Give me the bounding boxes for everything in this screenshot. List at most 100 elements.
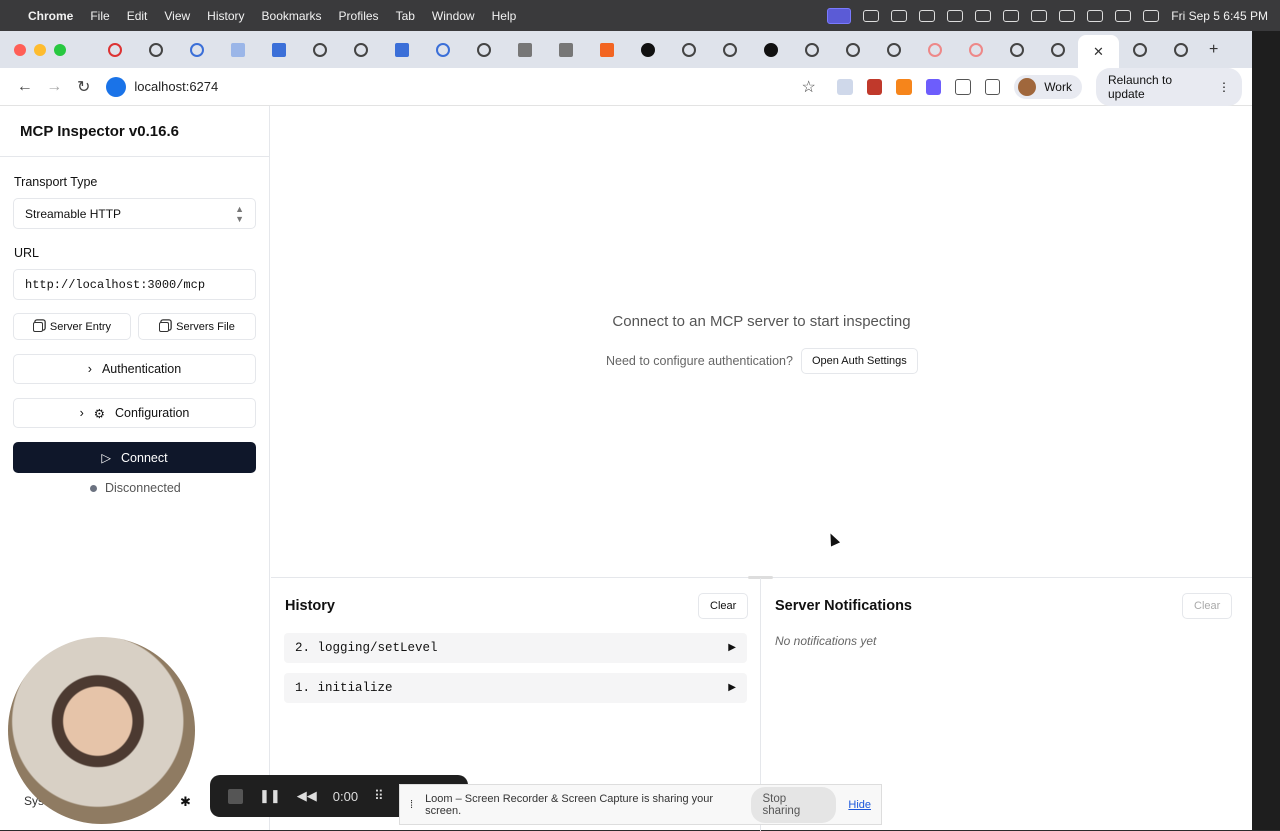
hide-link[interactable]: Hide [848,799,871,811]
menu-profiles[interactable]: Profiles [339,9,379,23]
history-clear-button[interactable]: Clear [698,593,749,619]
control-center-icon[interactable] [1143,9,1160,22]
history-item[interactable]: 1. initialize ▶ [284,673,747,703]
browser-tab[interactable] [832,36,873,64]
menubar-clock[interactable]: Fri Sep 5 6:45 PM [1171,9,1268,23]
connect-button[interactable]: ▷ Connect [13,442,256,473]
drag-handle-icon[interactable]: ⁞ [410,799,413,811]
status-icon[interactable] [891,9,908,22]
browser-tab[interactable] [1160,36,1201,64]
status-icon[interactable] [947,9,964,22]
address-bar[interactable]: localhost:6274 [106,73,794,101]
stop-sharing-button[interactable]: Stop sharing [750,786,837,823]
menu-file[interactable]: File [90,9,109,23]
servers-file-button[interactable]: Servers File [138,313,256,340]
browser-tab[interactable] [422,36,463,64]
menu-help[interactable]: Help [492,9,517,23]
more-menu-icon[interactable]: ⋮ [1218,80,1230,94]
configuration-label: Configuration [115,406,190,420]
stop-record-icon[interactable] [228,788,243,804]
browser-tab[interactable] [750,36,791,64]
url-input[interactable]: http://localhost:3000/mcp [13,269,256,300]
browser-tab[interactable] [135,36,176,64]
history-item[interactable]: 2. logging/setLevel ▶ [284,633,747,663]
browser-tab[interactable] [545,36,586,64]
browser-tab[interactable] [299,36,340,64]
drag-handle-icon[interactable]: ⠿ [374,788,384,804]
menu-window[interactable]: Window [432,9,475,23]
browser-tab[interactable] [873,36,914,64]
transport-type-select[interactable]: Streamable HTTP ▲ ▼ [13,198,256,229]
extension-icon[interactable] [837,78,853,95]
browser-tab[interactable] [914,36,955,64]
authentication-toggle[interactable]: › Authentication [13,354,256,384]
status-icon[interactable] [863,9,880,22]
menu-history[interactable]: History [207,9,244,23]
browser-tab[interactable] [1037,36,1078,64]
notifications-clear-button[interactable]: Clear [1182,593,1233,619]
search-tabs-icon[interactable] [984,78,1001,95]
maximize-window-icon[interactable] [54,43,66,56]
browser-tab[interactable] [381,36,422,64]
bug-icon[interactable]: ✱ [180,794,191,810]
extension-icon[interactable] [925,78,942,95]
restart-icon[interactable]: ◀◀ [297,788,317,804]
screen-record-icon[interactable] [827,7,852,24]
profile-button[interactable]: Work [1014,74,1082,99]
expand-triangle-icon[interactable]: ▶ [728,642,736,654]
browser-tab[interactable] [504,36,545,64]
address-text[interactable]: localhost:6274 [134,79,218,94]
loom-timer: 0:00 [332,788,359,804]
metamask-icon[interactable] [896,78,912,95]
browser-tab[interactable] [340,36,381,64]
server-entry-button[interactable]: Server Entry [13,313,131,340]
browser-tab[interactable] [791,36,832,64]
webcam-bubble[interactable] [8,637,195,824]
github-favicon-icon [1050,42,1065,57]
menu-edit[interactable]: Edit [127,9,148,23]
search-icon[interactable] [1115,9,1132,22]
extension-icon[interactable] [866,78,883,95]
puzzle-extensions-icon[interactable] [955,78,971,95]
menu-bookmarks[interactable]: Bookmarks [262,9,322,23]
browser-tab[interactable] [627,36,668,64]
browser-tab[interactable] [94,36,135,64]
close-window-icon[interactable] [14,43,26,56]
wifi-icon[interactable] [1087,9,1104,22]
pause-icon[interactable]: ❚❚ [259,788,281,804]
browser-tab[interactable] [176,36,217,64]
browser-tab[interactable] [955,36,996,64]
menu-view[interactable]: View [164,9,190,23]
back-icon[interactable]: ← [10,78,39,96]
minimize-window-icon[interactable] [34,43,46,56]
battery-icon[interactable] [1059,9,1076,22]
active-browser-tab[interactable]: ✕ [1078,35,1119,68]
reload-icon[interactable]: ↻ [69,77,98,97]
browser-tab[interactable] [463,36,504,64]
bookmark-star-icon[interactable]: ☆ [794,77,823,97]
status-icon[interactable] [1003,9,1020,22]
browser-tab[interactable] [217,36,258,64]
forward-icon[interactable]: → [39,78,68,96]
site-info-icon[interactable] [106,76,127,97]
relaunch-button[interactable]: Relaunch to update ⋮ [1095,67,1242,106]
url-value: http://localhost:3000/mcp [25,277,206,292]
open-auth-settings-button[interactable]: Open Auth Settings [800,348,918,374]
browser-tab[interactable] [996,36,1037,64]
status-icon[interactable] [919,9,936,22]
status-icon[interactable] [975,9,992,22]
configuration-toggle[interactable]: › ⚙ Configuration [13,398,256,428]
bluetooth-icon[interactable] [1031,9,1048,22]
browser-tab[interactable] [586,36,627,64]
browser-tab[interactable] [709,36,750,64]
new-tab-icon[interactable]: + [1209,41,1218,59]
play-icon: ▷ [101,451,112,465]
menu-chrome[interactable]: Chrome [28,9,73,23]
browser-tab[interactable] [668,36,709,64]
menu-tab[interactable]: Tab [396,9,415,23]
browser-tab[interactable] [258,36,299,64]
browser-tab[interactable] [1119,36,1160,64]
close-tab-icon[interactable]: ✕ [1093,44,1104,60]
expand-triangle-icon[interactable]: ▶ [728,682,736,694]
status-dot-icon [90,484,97,492]
